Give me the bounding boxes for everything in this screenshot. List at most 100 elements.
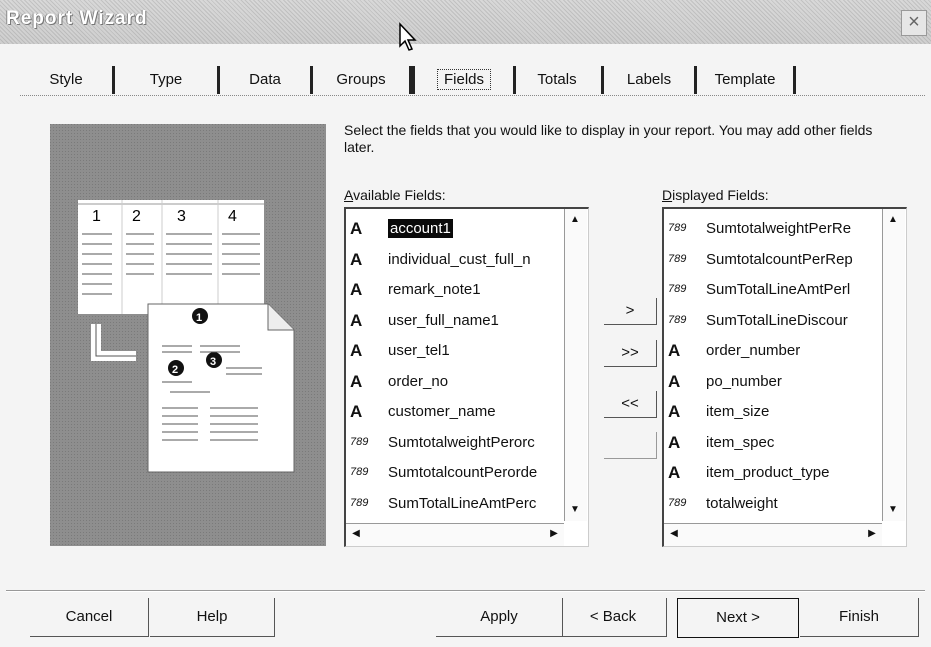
number-field-icon: 789 bbox=[668, 313, 687, 326]
tab-labels[interactable]: Labels bbox=[604, 66, 697, 94]
text-field-icon: A bbox=[668, 432, 681, 452]
tab-data[interactable]: Data bbox=[220, 66, 313, 94]
tab-totals[interactable]: Totals bbox=[513, 66, 604, 94]
list-item[interactable]: Aremark_note1 bbox=[350, 274, 481, 305]
list-item-label: remark_note1 bbox=[388, 281, 481, 298]
text-field-icon: A bbox=[350, 249, 363, 269]
add-field-button[interactable]: > bbox=[604, 298, 657, 325]
window-title: Report Wizard bbox=[6, 8, 148, 29]
next-button[interactable]: Next > bbox=[677, 598, 799, 638]
text-field-icon: A bbox=[350, 341, 363, 360]
wizard-tabs: Style Type Data Groups Fields Totals Lab… bbox=[20, 66, 925, 96]
list-item[interactable]: Aindividual_cust_full_n bbox=[350, 244, 531, 275]
cancel-button[interactable]: Cancel bbox=[30, 598, 149, 637]
list-item-label: SumtotalweightPerRe bbox=[706, 220, 852, 237]
tab-fields[interactable]: Fields bbox=[412, 66, 516, 94]
scroll-up-icon[interactable]: ▲ bbox=[883, 210, 903, 230]
list-item[interactable]: Aitem_spec bbox=[668, 427, 774, 458]
text-field-icon: A bbox=[350, 371, 363, 391]
remove-all-fields-button[interactable]: << bbox=[604, 391, 657, 418]
scroll-right-icon[interactable]: ▶ bbox=[862, 524, 882, 544]
text-field-icon: A bbox=[350, 310, 363, 330]
list-item[interactable]: Aorder_no bbox=[350, 366, 448, 397]
list-item-label: SumtotalcountPerorde bbox=[388, 464, 538, 481]
number-field-icon: 789 bbox=[350, 496, 369, 509]
scroll-left-icon[interactable]: ◀ bbox=[346, 524, 366, 544]
displayed-fields-label: Displayed Fields: bbox=[662, 187, 769, 203]
list-item[interactable]: 789 SumtotalcountPerRep bbox=[668, 244, 853, 275]
preview-col-3: 3 bbox=[177, 208, 186, 225]
list-item-label: item_product_type bbox=[706, 464, 830, 481]
list-item[interactable]: 789 SumTotalLineAmtPerc bbox=[350, 488, 536, 519]
displayed-horizontal-scrollbar[interactable]: ◀ ▶ bbox=[664, 523, 882, 546]
preview-marker-3: 3 bbox=[210, 356, 216, 368]
tab-divider bbox=[20, 95, 925, 96]
list-item[interactable]: Aaccount1 bbox=[350, 213, 454, 244]
tab-groups[interactable]: Groups bbox=[313, 66, 412, 94]
displayed-vertical-scrollbar[interactable]: ▲ ▼ bbox=[882, 209, 905, 521]
report-preview-image: 1 2 3 4 1 2 3 bbox=[50, 124, 326, 546]
scroll-up-icon[interactable]: ▲ bbox=[565, 210, 585, 230]
text-field-icon: A bbox=[350, 402, 363, 421]
help-button[interactable]: Help bbox=[150, 598, 275, 637]
scroll-right-icon[interactable]: ▶ bbox=[544, 524, 564, 544]
list-item[interactable]: 789 SumTotalLineDiscour bbox=[668, 305, 848, 336]
finish-button[interactable]: Finish bbox=[800, 598, 919, 637]
available-horizontal-scrollbar[interactable]: ◀ ▶ bbox=[346, 523, 564, 546]
list-item-label: SumTotalLineDiscour bbox=[706, 311, 848, 329]
list-item[interactable]: Apo_number bbox=[668, 366, 782, 397]
available-vertical-scrollbar[interactable]: ▲ ▼ bbox=[564, 209, 587, 521]
list-item[interactable]: Auser_tel1 bbox=[350, 335, 450, 366]
instructions-text: Select the fields that you would like to… bbox=[344, 122, 873, 155]
list-item-label: SumTotalLineAmtPerc bbox=[388, 494, 537, 512]
preview-marker-1: 1 bbox=[196, 312, 202, 324]
apply-button[interactable]: Apply bbox=[436, 598, 563, 637]
text-field-icon: A bbox=[350, 280, 363, 299]
scroll-left-icon[interactable]: ◀ bbox=[664, 524, 684, 544]
list-item-label: SumtotalcountPerRep bbox=[706, 250, 853, 268]
list-item[interactable]: Auser_full_name1 bbox=[350, 305, 499, 336]
list-item[interactable]: 789 SumTotalLineAmtPerl bbox=[668, 274, 850, 305]
list-item[interactable]: 789 totalweight bbox=[668, 488, 778, 519]
list-item-label: SumTotalLineAmtPerl bbox=[706, 281, 851, 298]
tab-style[interactable]: Style bbox=[20, 66, 115, 94]
tab-type[interactable]: Type bbox=[115, 66, 220, 94]
number-field-icon: 789 bbox=[668, 252, 687, 265]
list-item-label: po_number bbox=[706, 372, 782, 390]
preview-col-1: 1 bbox=[92, 208, 101, 225]
mouse-cursor-icon bbox=[399, 22, 417, 51]
list-item[interactable]: 789 SumtotalcountPerorde bbox=[350, 457, 537, 488]
list-item[interactable]: Aorder_number bbox=[668, 335, 800, 366]
list-item-label: order_no bbox=[388, 372, 449, 390]
list-item-label: order_number bbox=[706, 342, 801, 359]
add-all-fields-button[interactable]: >> bbox=[604, 340, 657, 367]
scroll-down-icon[interactable]: ▼ bbox=[883, 500, 903, 520]
scroll-down-icon[interactable]: ▼ bbox=[565, 500, 585, 520]
number-field-icon: 789 bbox=[668, 496, 687, 509]
title-bar: Report Wizard × bbox=[0, 0, 931, 44]
remove-field-button[interactable]: < bbox=[604, 432, 657, 459]
back-button[interactable]: < Back bbox=[560, 598, 667, 637]
text-field-icon: A bbox=[668, 341, 681, 360]
list-item-label: account1 bbox=[387, 218, 454, 239]
available-fields-list[interactable]: Aaccount1 Aindividual_cust_full_n Aremark_… bbox=[344, 207, 589, 547]
list-item[interactable]: Acustomer_name bbox=[350, 396, 496, 427]
text-field-icon: A bbox=[668, 371, 681, 391]
list-item-label: individual_cust_full_n bbox=[388, 250, 531, 268]
close-button[interactable]: × bbox=[901, 10, 927, 36]
text-field-icon: A bbox=[350, 219, 363, 238]
footer-separator bbox=[6, 590, 925, 592]
number-field-icon: 789 bbox=[668, 283, 687, 295]
list-item-label: totalweight bbox=[706, 494, 778, 512]
list-item[interactable]: Aitem_product_type bbox=[668, 457, 829, 488]
number-field-icon: 789 bbox=[668, 222, 687, 234]
list-item[interactable]: 789 SumtotalweightPerorc bbox=[350, 427, 535, 458]
displayed-fields-list[interactable]: 789 SumtotalweightPerRe 789 SumtotalcountPe… bbox=[662, 207, 907, 547]
list-item-label: SumtotalweightPerorc bbox=[388, 433, 535, 451]
list-item[interactable]: 789 SumtotalweightPerRe bbox=[668, 213, 851, 244]
list-item-label: item_spec bbox=[706, 433, 775, 451]
tab-template[interactable]: Template bbox=[697, 66, 796, 94]
list-item[interactable]: Aitem_size bbox=[668, 396, 769, 427]
list-item-label: item_size bbox=[706, 403, 770, 420]
text-field-icon: A bbox=[668, 463, 681, 482]
